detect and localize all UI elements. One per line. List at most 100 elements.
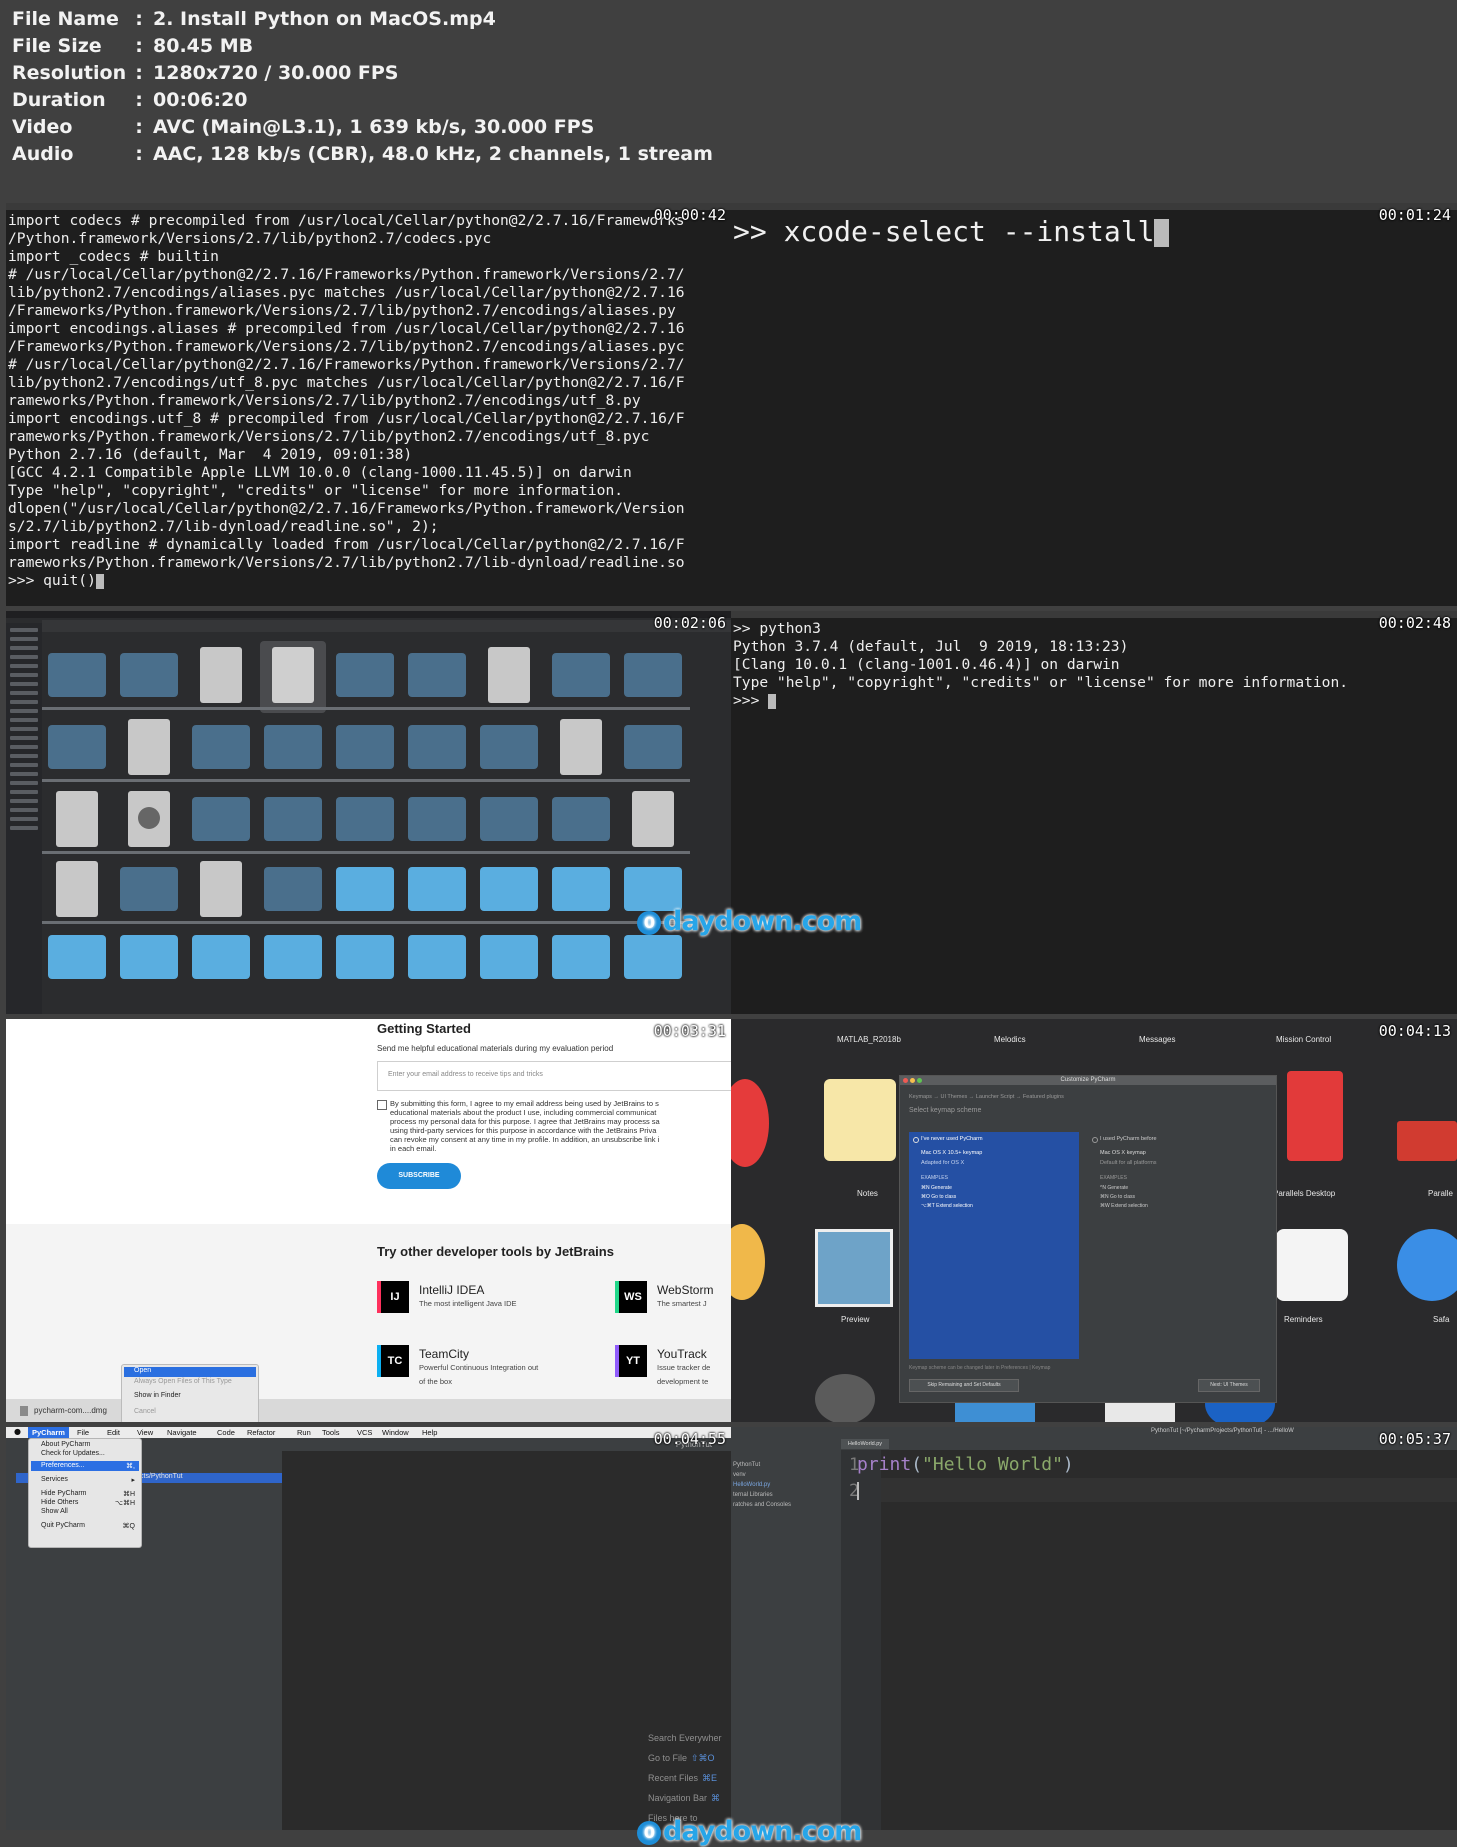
skip-remaining-button[interactable]: Skip Remaining and Set Defaults <box>909 1379 1019 1392</box>
safari-app-icon[interactable] <box>1397 1229 1457 1301</box>
apple-icon[interactable]: ● <box>14 1427 21 1436</box>
folder-icon[interactable] <box>480 797 538 841</box>
folder-icon[interactable] <box>624 725 682 769</box>
folder-icon[interactable] <box>552 653 610 697</box>
download-filename[interactable]: pycharm-com....dmg <box>34 1406 107 1415</box>
menu-item-show-in-finder[interactable]: Show in Finder <box>134 1392 181 1399</box>
folder-icon[interactable] <box>120 867 178 911</box>
keymap-option-right[interactable]: I used PyCharm before Mac OS X keymap De… <box>1088 1132 1258 1359</box>
document-icon[interactable] <box>56 861 98 917</box>
folder-icon[interactable] <box>552 935 610 979</box>
document-icon[interactable] <box>56 791 98 847</box>
parallels-desktop-icon[interactable] <box>1287 1071 1343 1161</box>
folder-icon[interactable] <box>336 653 394 697</box>
tool-name[interactable]: YouTrack <box>657 1347 707 1361</box>
folder-icon[interactable] <box>408 867 466 911</box>
folder-icon[interactable] <box>264 725 322 769</box>
menubar-item[interactable]: View <box>133 1427 157 1438</box>
radio-unselected[interactable] <box>1092 1137 1098 1143</box>
email-input[interactable]: Enter your email address to receive tips… <box>377 1061 732 1091</box>
menu-item[interactable]: Check for Updates... <box>41 1450 105 1457</box>
reminders-app-icon[interactable] <box>1276 1229 1348 1301</box>
parallels-icon[interactable] <box>1397 1121 1457 1161</box>
menubar-item[interactable]: VCS <box>353 1427 376 1438</box>
document-icon[interactable] <box>632 791 674 847</box>
folder-icon[interactable] <box>336 797 394 841</box>
tool-logo-icon[interactable]: YT <box>615 1345 647 1377</box>
tool-name[interactable]: WebStorm <box>657 1283 713 1297</box>
menubar-item[interactable]: Tools <box>318 1427 344 1438</box>
folder-icon[interactable] <box>408 653 466 697</box>
document-icon[interactable] <box>128 719 170 775</box>
folder-icon[interactable] <box>480 725 538 769</box>
folder-icon[interactable] <box>192 935 250 979</box>
menubar-item[interactable]: Refactor <box>243 1427 279 1438</box>
menubar-item[interactable]: File <box>73 1427 93 1438</box>
folder-icon[interactable] <box>48 725 106 769</box>
tool-logo-icon[interactable]: WS <box>615 1281 647 1313</box>
menubar-item[interactable]: Edit <box>103 1427 124 1438</box>
tool-logo-icon[interactable]: TC <box>377 1345 409 1377</box>
folder-icon[interactable] <box>624 653 682 697</box>
menu-item[interactable]: Preferences... <box>41 1462 85 1469</box>
system-prefs-icon[interactable] <box>815 1374 875 1422</box>
menu-item[interactable]: Hide Others <box>41 1499 78 1506</box>
folder-icon[interactable] <box>552 797 610 841</box>
folder-icon[interactable] <box>552 867 610 911</box>
menubar-item[interactable]: Run <box>293 1427 315 1438</box>
menubar-item[interactable]: Code <box>213 1427 239 1438</box>
document-icon[interactable] <box>272 647 314 703</box>
folder-icon[interactable] <box>264 867 322 911</box>
folder-icon[interactable] <box>336 935 394 979</box>
folder-icon[interactable] <box>120 653 178 697</box>
document-icon[interactable] <box>200 647 242 703</box>
tree-item[interactable]: venv <box>733 1472 746 1478</box>
document-icon[interactable] <box>200 861 242 917</box>
menu-item-cancel[interactable]: Cancel <box>134 1408 156 1415</box>
news-app-icon[interactable] <box>731 1079 769 1167</box>
code-line-1[interactable]: print("Hello World") <box>857 1454 1074 1475</box>
folder-icon[interactable] <box>408 725 466 769</box>
folder-icon[interactable] <box>264 935 322 979</box>
menu-item-open[interactable]: Open <box>134 1367 151 1374</box>
tree-item[interactable]: ternal Libraries <box>733 1492 773 1498</box>
notes-app-icon[interactable] <box>824 1079 896 1161</box>
tool-name[interactable]: IntelliJ IDEA <box>419 1283 484 1297</box>
folder-icon[interactable] <box>48 653 106 697</box>
folder-icon[interactable] <box>48 935 106 979</box>
menu-item[interactable]: Services <box>41 1476 68 1483</box>
tree-item[interactable]: PythonTut <box>733 1462 760 1468</box>
radio-selected[interactable] <box>913 1137 919 1143</box>
folder-icon[interactable] <box>480 867 538 911</box>
subscribe-button[interactable]: SUBSCRIBE <box>377 1163 461 1189</box>
tool-logo-icon[interactable]: IJ <box>377 1281 409 1313</box>
menu-item[interactable]: Hide PyCharm <box>41 1490 87 1497</box>
document-icon[interactable] <box>488 647 530 703</box>
tab-helloworld[interactable]: HelloWorld.py <box>841 1439 889 1449</box>
menubar-item[interactable]: Navigate <box>163 1427 201 1438</box>
folder-icon[interactable] <box>264 797 322 841</box>
keymap-option-left[interactable]: I've never used PyCharm Mac OS X 10.5+ k… <box>909 1132 1079 1359</box>
menu-item[interactable]: Show All <box>41 1508 68 1515</box>
folder-icon[interactable] <box>192 797 250 841</box>
next-ui-themes-button[interactable]: Next: UI Themes <box>1198 1379 1260 1392</box>
folder-icon[interactable] <box>336 725 394 769</box>
folder-icon[interactable] <box>408 935 466 979</box>
consent-checkbox[interactable] <box>377 1100 387 1110</box>
menu-item-always-open[interactable]: Always Open Files of This Type <box>134 1378 232 1385</box>
folder-icon[interactable] <box>192 725 250 769</box>
folder-icon[interactable] <box>408 797 466 841</box>
folder-icon[interactable] <box>120 935 178 979</box>
tree-item[interactable]: HelloWorld.py <box>733 1482 770 1488</box>
folder-icon[interactable] <box>480 935 538 979</box>
tool-name[interactable]: TeamCity <box>419 1347 469 1361</box>
tree-item[interactable]: ratches and Consoles <box>733 1502 791 1508</box>
folder-icon[interactable] <box>336 867 394 911</box>
folder-icon[interactable] <box>624 867 682 911</box>
menu-item[interactable]: About PyCharm <box>41 1441 90 1448</box>
menubar-item[interactable]: Help <box>418 1427 441 1438</box>
menubar-item[interactable]: Window <box>378 1427 413 1438</box>
folder-icon[interactable] <box>624 935 682 979</box>
document-icon[interactable] <box>560 719 602 775</box>
photos-app-icon[interactable] <box>731 1224 765 1300</box>
